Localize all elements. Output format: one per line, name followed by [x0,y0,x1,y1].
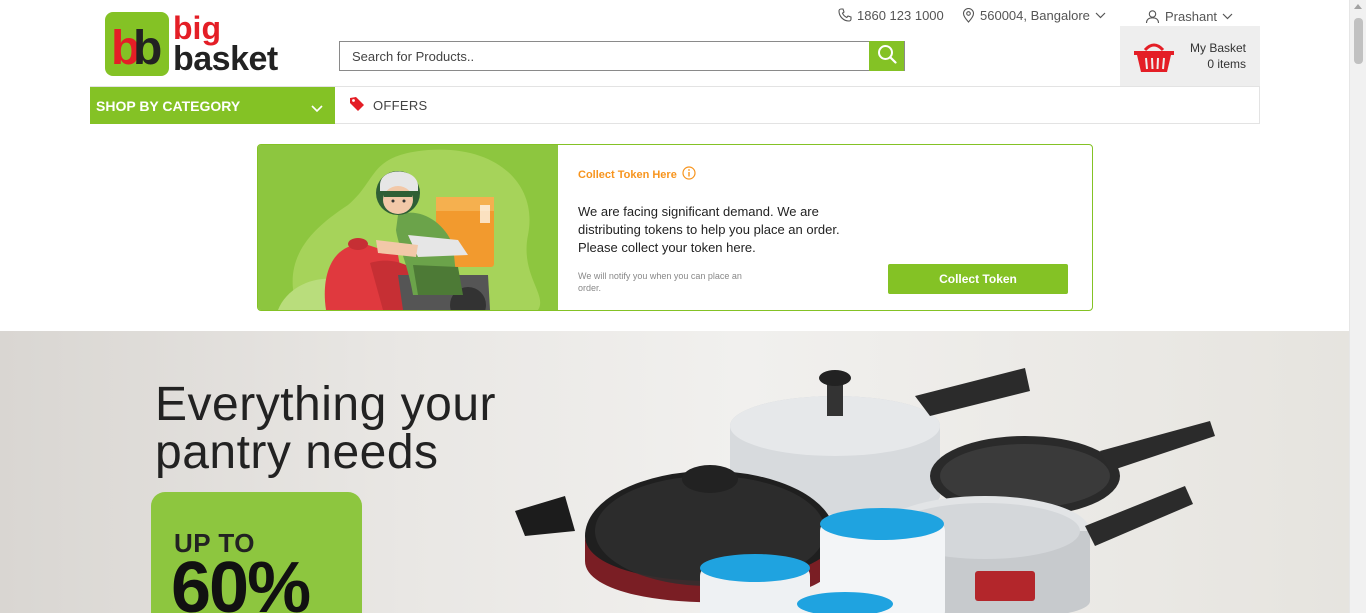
promo-banner[interactable]: Everything your pantry needs UP TO 60% [0,331,1349,613]
token-note: We will notify you when you can place an… [578,271,742,293]
chevron-down-icon [311,100,323,116]
scroll-thumb[interactable] [1354,18,1363,64]
page-scrollbar[interactable] [1349,0,1366,613]
user-name: Prashant [1165,8,1218,24]
cookware-product-image [505,346,1225,613]
logo-text-basket: basket [173,40,278,78]
delivery-rider-illustration [258,145,558,310]
shop-by-category-button[interactable]: SHOP BY CATEGORY [90,87,335,124]
offers-label: OFFERS [373,98,428,113]
phone-icon [838,8,852,22]
info-icon[interactable] [682,166,696,183]
token-card: Collect Token Here We are facing signifi… [257,144,1093,311]
bigbasket-logo[interactable]: b b big basket [105,12,278,78]
my-basket-button[interactable]: My Basket 0 items [1120,26,1260,86]
location-selector[interactable]: 560004, Bangalore [962,6,1106,24]
offers-link[interactable]: OFFERS [349,87,428,124]
search-icon [877,44,897,69]
discount-badge: UP TO 60% [151,492,362,613]
badge-percentage: 60% [171,548,311,613]
chevron-down-icon [1095,12,1106,19]
scroll-up-arrow-icon[interactable] [1354,4,1362,9]
collect-token-button[interactable]: Collect Token [888,264,1068,294]
basket-icon [1133,40,1175,79]
banner-title-line1: Everything your [155,378,496,431]
location-pin-icon [962,7,975,23]
category-nav: SHOP BY CATEGORY OFFERS [90,86,1260,124]
token-message: We are facing significant demand. We are… [578,204,840,255]
location-text: 560004, Bangalore [980,7,1090,23]
chevron-down-icon [1222,13,1233,20]
search-input[interactable] [340,42,871,70]
svg-text:b: b [133,22,162,75]
user-icon [1145,9,1160,24]
logo-mark: b b [105,12,169,76]
token-label-text: Collect Token Here [578,168,677,181]
search-button[interactable] [869,41,904,71]
banner-title-line2: pantry needs [155,426,439,479]
collect-token-heading: Collect Token Here [578,166,696,183]
phone-info[interactable]: 1860 123 1000 [838,6,944,24]
user-menu[interactable]: Prashant [1145,7,1233,25]
basket-item-count: 0 items [1207,57,1246,71]
page: { "brand": { "logo_big": "big", "logo_ba… [0,0,1366,613]
phone-number: 1860 123 1000 [857,7,944,23]
basket-title: My Basket [1189,41,1246,55]
search-bar [339,41,905,71]
shop-by-category-label: SHOP BY CATEGORY [96,97,241,114]
banner-title: Everything your pantry needs [155,381,496,477]
tag-icon [349,96,365,115]
